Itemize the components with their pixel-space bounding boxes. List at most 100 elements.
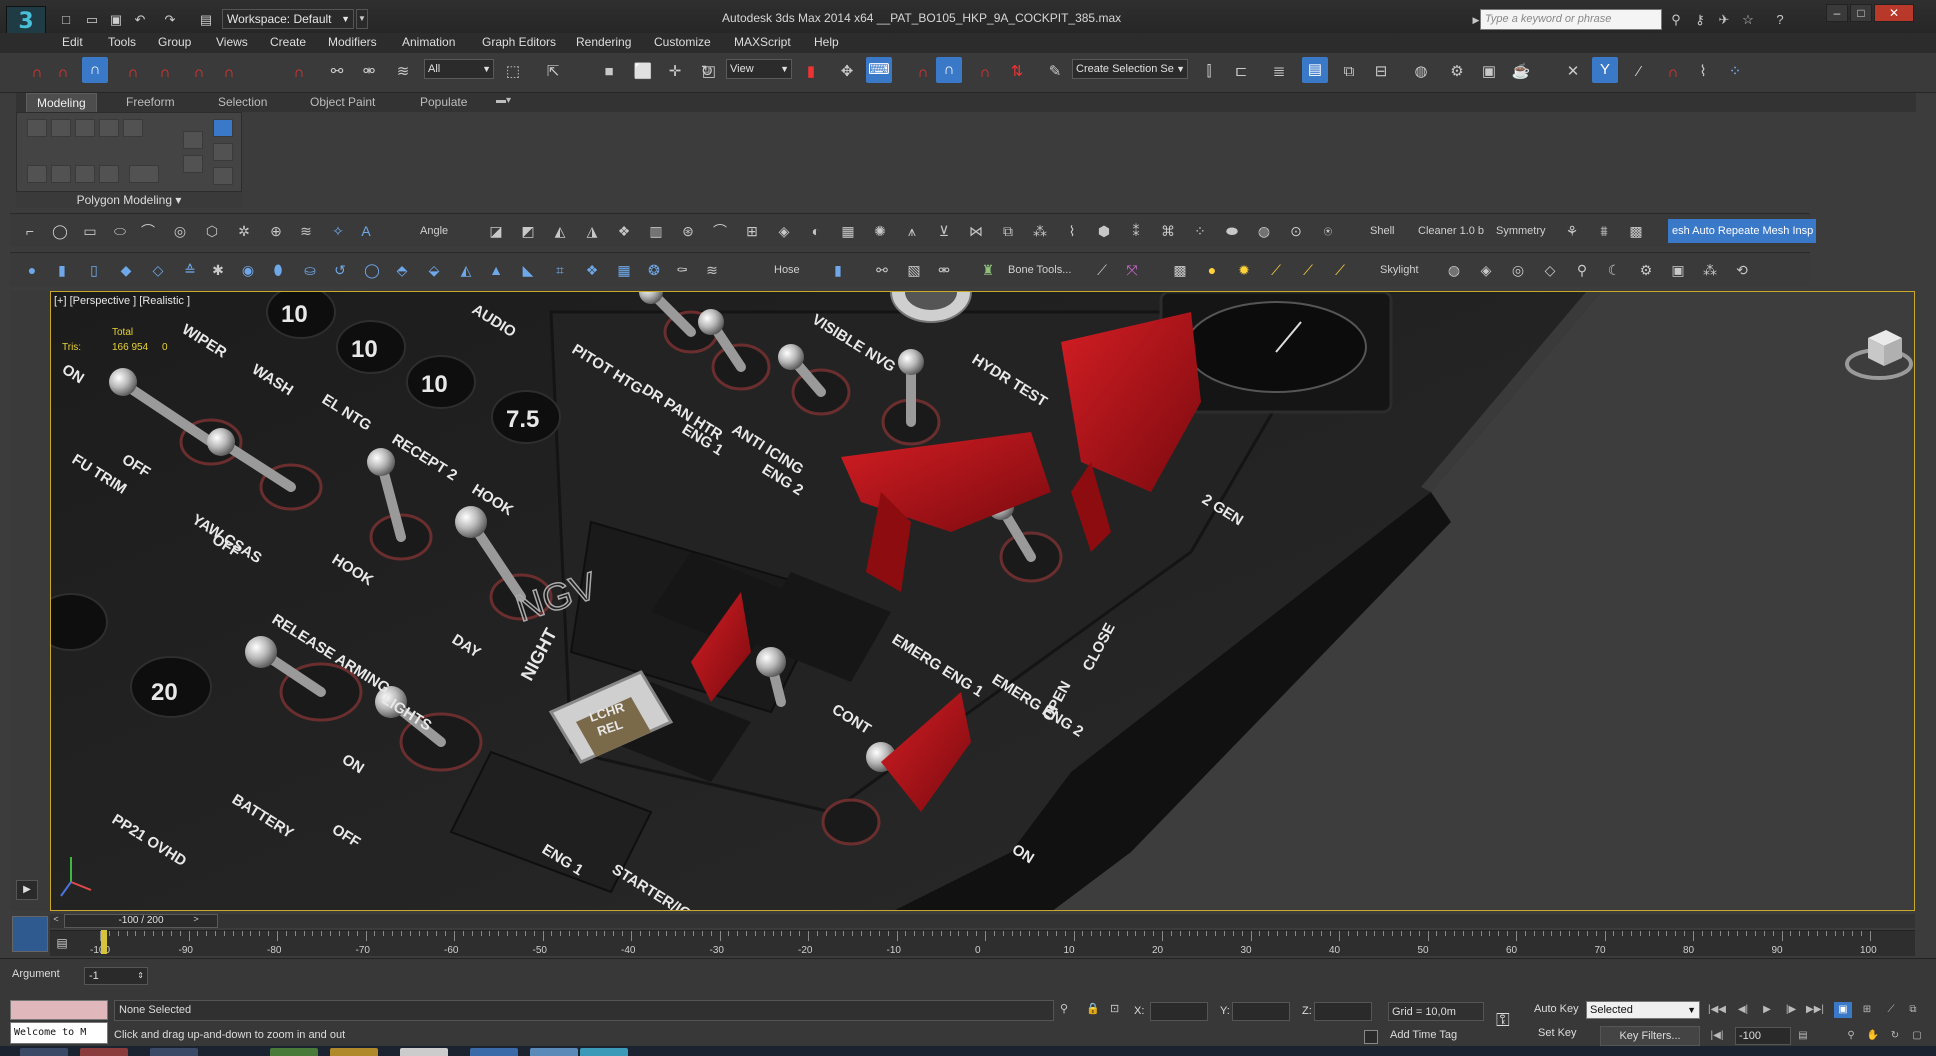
tab-populate[interactable]: Populate (420, 95, 467, 109)
ribbon-panel-caption[interactable]: Polygon Modeling ▾ (16, 191, 242, 208)
maxscript-listener-top[interactable] (10, 1000, 108, 1020)
shell-button[interactable]: Shell (1370, 225, 1394, 237)
angle-snap-active-icon[interactable]: ∩ (936, 57, 962, 83)
shelf-tool-icon[interactable]: ⍟ (1316, 219, 1340, 243)
filter-y-icon[interactable]: Y (1592, 57, 1618, 83)
track-bar-filter-icon[interactable]: ▤ (52, 932, 72, 954)
shelf-tool-icon[interactable]: ◐ (804, 219, 828, 243)
time-tag-icon[interactable] (1364, 1030, 1378, 1044)
magnet-snap-icon[interactable]: ∩ (24, 60, 50, 86)
z-coordinate-field[interactable] (1314, 1002, 1372, 1021)
helix-tool-icon[interactable]: ≋ (294, 219, 318, 243)
target-light-icon[interactable]: ⟋ (1328, 258, 1352, 282)
rectangle-select-icon[interactable]: ■ (596, 59, 622, 85)
tab-freeform[interactable]: Freeform (126, 95, 175, 109)
shelf-tool-icon[interactable]: ◎ (1506, 258, 1530, 282)
shelf-tool-icon[interactable]: ⁂ (1028, 219, 1052, 243)
magnet-snap-icon[interactable]: ∩ (286, 60, 312, 86)
tab-selection[interactable]: Selection (218, 95, 267, 109)
shelf-tool-icon[interactable]: ▦ (836, 219, 860, 243)
ribbon-tool-icon[interactable] (51, 119, 71, 137)
next-frame-icon[interactable]: |▶ (1782, 1002, 1800, 1018)
camera-icon[interactable]: ▩ (1168, 258, 1192, 282)
link-icon[interactable]: ⚯ (324, 59, 350, 85)
ribbon-tool-icon[interactable] (213, 167, 233, 185)
shelf-tool-icon[interactable]: ◍ (1442, 258, 1466, 282)
x-coordinate-field[interactable] (1150, 1002, 1208, 1021)
set-key-button[interactable]: Set Key (1538, 1027, 1577, 1039)
taskbar-button[interactable] (400, 1048, 448, 1056)
hedra-icon[interactable]: ⬘ (390, 258, 414, 282)
close-button[interactable]: ✕ (1874, 4, 1914, 22)
shelf-tool-icon[interactable]: ⊛ (676, 219, 700, 243)
shelf-tool-icon[interactable]: ⊻ (932, 219, 956, 243)
chamfer-box-icon[interactable]: ⬙ (422, 258, 446, 282)
bind-space-warp-icon[interactable]: ≋ (390, 59, 416, 85)
tube-icon[interactable]: ▯ (82, 258, 106, 282)
favorites-star-icon[interactable]: ☆ (1738, 10, 1758, 30)
ribbon-tool-icon[interactable] (27, 165, 47, 183)
render-setup-icon[interactable]: ⚙ (1444, 59, 1470, 85)
render-production-icon[interactable]: ☕ (1508, 59, 1534, 85)
current-frame-marker[interactable] (101, 930, 107, 954)
mirror-icon[interactable]: ⫿ (1196, 59, 1222, 85)
shelf-tool-icon[interactable]: ⌘ (1156, 219, 1180, 243)
open-file-icon[interactable]: ▭ (82, 10, 102, 30)
shelf-tool-icon[interactable]: ⩚ (900, 219, 924, 243)
key-icon[interactable]: ⚿ (1496, 1010, 1526, 1034)
circle-tool-icon[interactable]: ◯ (48, 219, 72, 243)
select-manipulate-icon[interactable]: ✥ (834, 59, 860, 85)
named-selection-dropdown[interactable]: Create Selection Se ▼ (1072, 59, 1188, 79)
time-prev-icon[interactable]: < (50, 914, 62, 928)
morph-icon[interactable]: ⤧ (1120, 258, 1144, 282)
shelf-tool-icon[interactable]: ◪ (484, 219, 508, 243)
time-next-icon[interactable]: > (190, 914, 202, 928)
ribbon-tool-icon[interactable] (99, 119, 119, 137)
particle-icon[interactable]: ⁘ (1722, 59, 1748, 85)
shelf-tool-icon[interactable]: ⩩ (1592, 219, 1616, 243)
taskbar-button[interactable] (470, 1048, 518, 1056)
auto-key-button[interactable]: Auto Key (1534, 1003, 1579, 1015)
mesh-script-button[interactable]: esh Auto Repeate Mesh Insp (1668, 219, 1816, 243)
plane-stack-icon[interactable]: ≙ (178, 258, 202, 282)
torus-knot-icon[interactable]: ↺ (328, 258, 352, 282)
align-icon[interactable]: ⊏ (1228, 59, 1254, 85)
tab-object-paint[interactable]: Object Paint (310, 95, 375, 109)
maxscript-listener-input[interactable]: Welcome to M (10, 1022, 108, 1044)
menu-animation[interactable]: Animation (402, 35, 455, 49)
shelf-tool-icon[interactable]: ⌇ (1060, 219, 1084, 243)
egg-tool-icon[interactable]: ✧ (326, 219, 350, 243)
select-object-icon[interactable]: ⬚ (500, 59, 526, 85)
subscription-icon[interactable]: ⚷ (1690, 10, 1710, 30)
magnet-snap-active-icon[interactable]: ∩ (82, 57, 108, 83)
pivot-center-icon[interactable]: ▮ (798, 59, 824, 85)
omni-light-icon[interactable]: ● (1200, 258, 1224, 282)
workspace-dropdown[interactable]: Workspace: Default ▼ (222, 9, 354, 29)
reference-coordinate-dropdown[interactable]: View ▼ (726, 59, 792, 79)
cone-icon[interactable]: ▲ (484, 258, 508, 282)
schematic-view-icon[interactable]: ⊟ (1368, 59, 1394, 85)
new-file-icon[interactable]: □ (56, 10, 76, 30)
viewcube-icon[interactable] (1844, 318, 1914, 388)
angle-button[interactable]: Angle (420, 225, 448, 237)
ribbon-tool-icon[interactable] (183, 131, 203, 149)
link-chain-icon[interactable]: ⚯ (870, 258, 894, 282)
ribbon-tool-icon[interactable] (51, 165, 71, 183)
gengon-icon[interactable]: ⌗ (548, 258, 572, 282)
menu-modifiers[interactable]: Modifiers (328, 35, 377, 49)
shelf-tool-icon[interactable]: ⊙ (1284, 219, 1308, 243)
zoom-all-icon[interactable]: ⊞ (1858, 1002, 1876, 1018)
shelf-tool-icon[interactable]: ◈ (1474, 258, 1498, 282)
minimize-button[interactable]: – (1826, 4, 1848, 22)
taskbar-button[interactable] (330, 1048, 378, 1056)
rectangle-tool-icon[interactable]: ▭ (78, 219, 102, 243)
mini-curve-toggle[interactable] (12, 916, 48, 952)
key-filters-button[interactable]: Key Filters... (1600, 1026, 1700, 1046)
donut-tool-icon[interactable]: ◎ (168, 219, 192, 243)
skylight-button[interactable]: Skylight (1380, 264, 1419, 276)
shelf-tool-icon[interactable]: ⚲ (1570, 258, 1594, 282)
viewport-label[interactable]: [+] [Perspective ] [Realistic ] (54, 295, 190, 307)
perspective-viewport[interactable]: FU TRIM YAW CSAS HOOK RELEASE ARMING LIG… (50, 291, 1915, 911)
time-slider-track[interactable] (50, 914, 1915, 928)
menu-maxscript[interactable]: MAXScript (734, 35, 791, 49)
